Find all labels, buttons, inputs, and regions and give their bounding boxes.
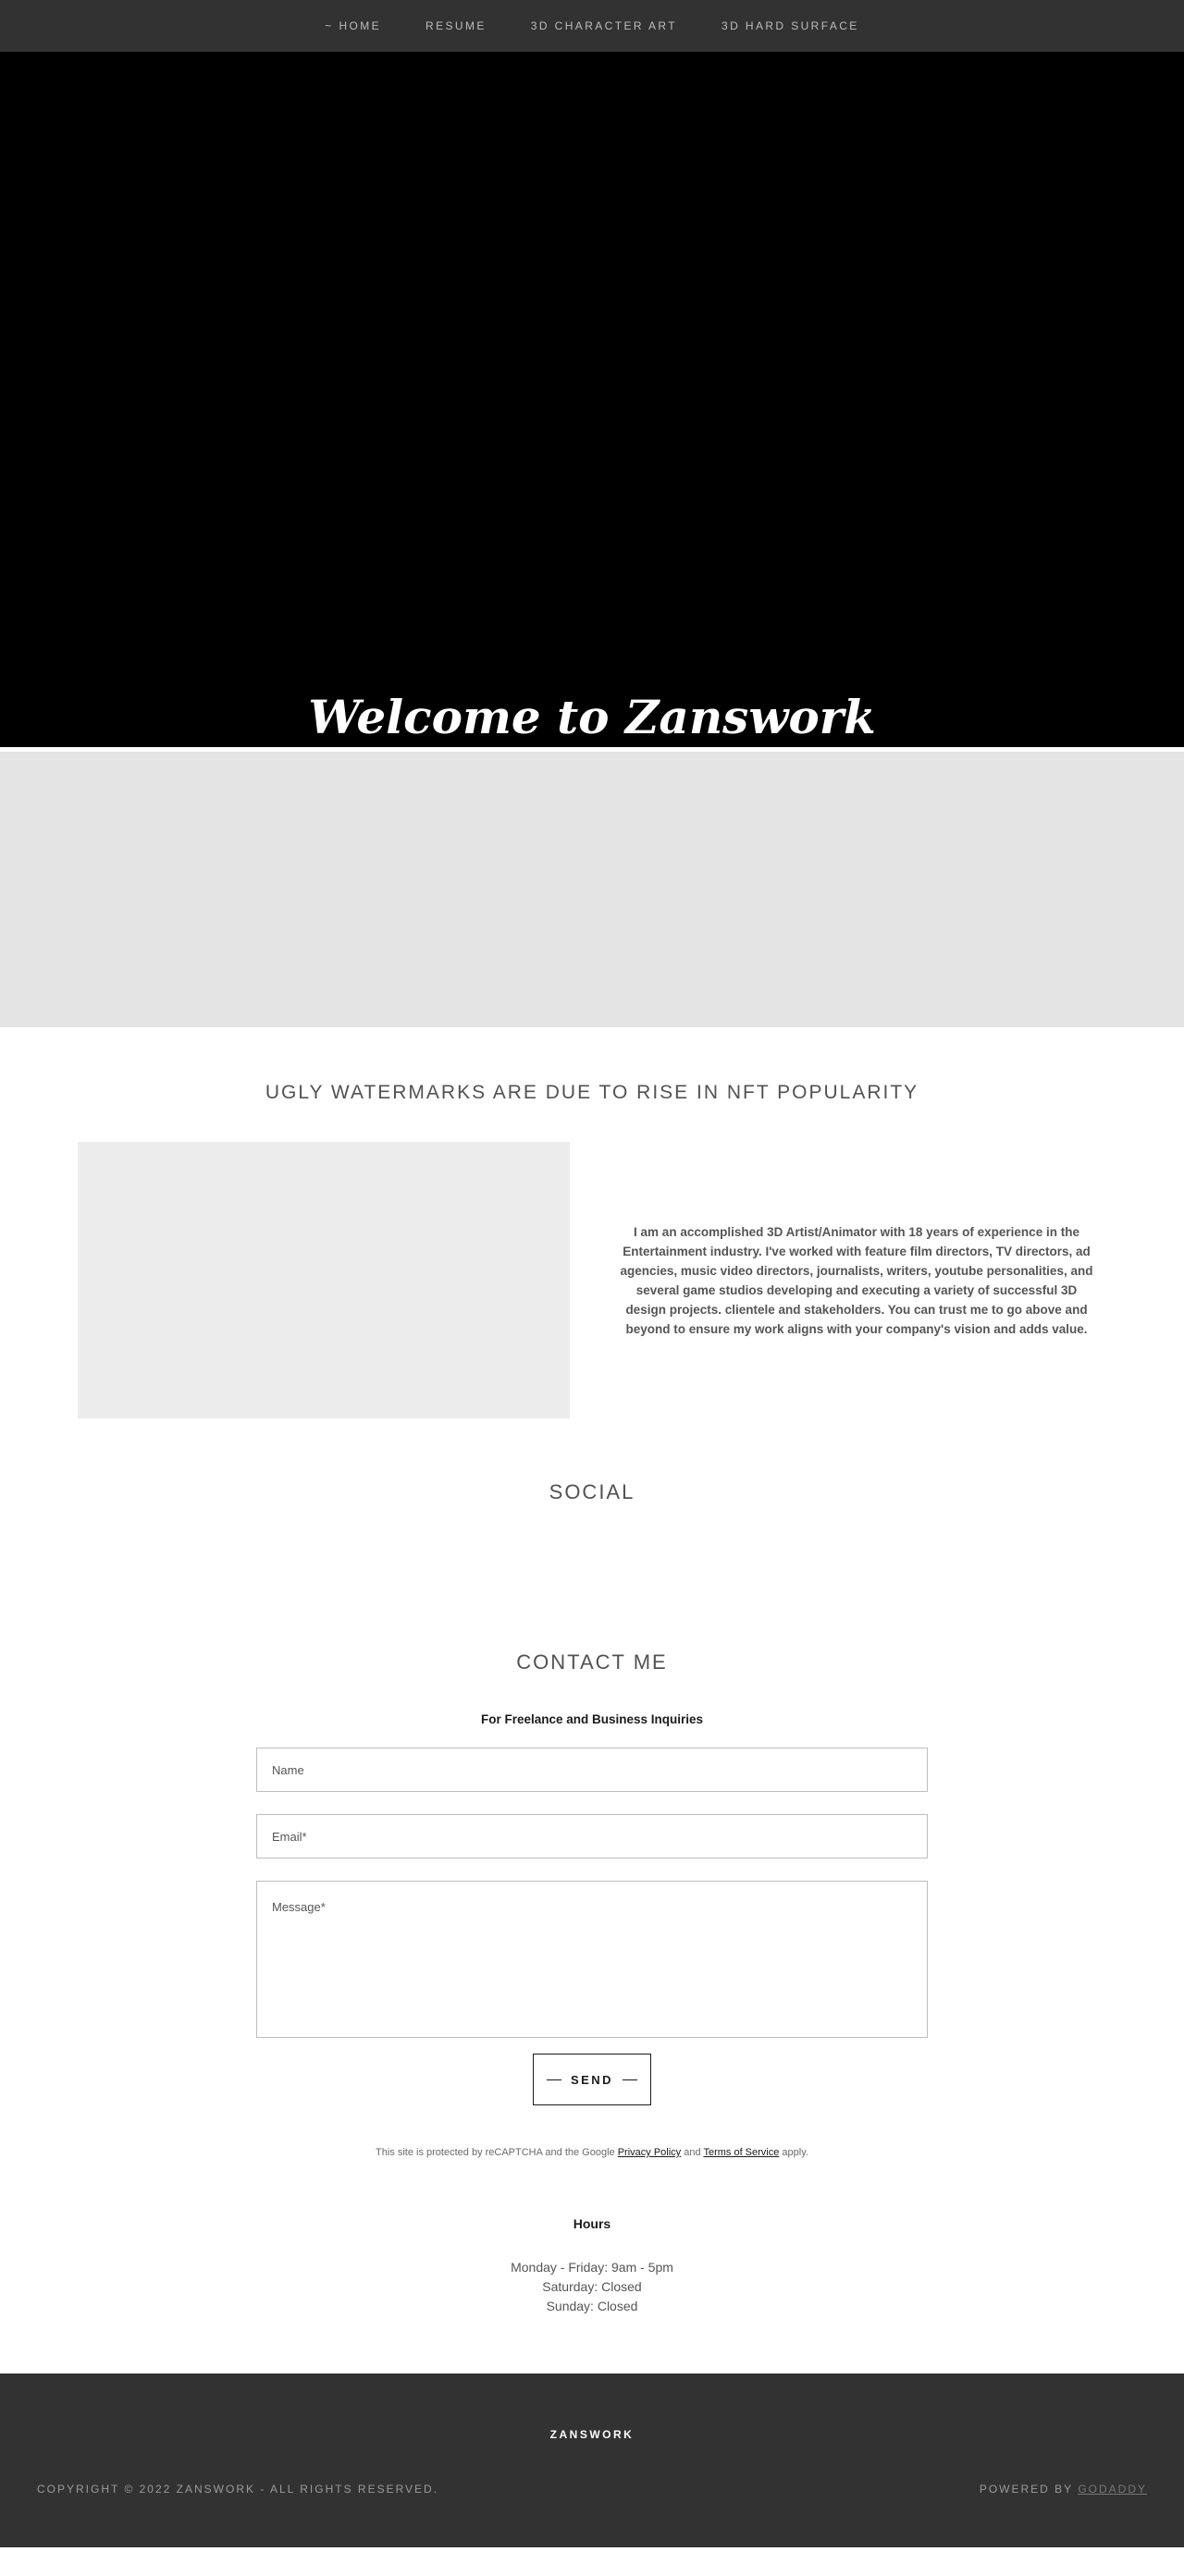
recaptcha-notice: This site is protected by reCAPTCHA and …	[0, 2147, 1184, 2158]
send-button[interactable]: SEND	[533, 2054, 651, 2105]
nav-item-3d-hard-surface[interactable]: 3D HARD SURFACE	[722, 19, 859, 32]
image-placeholder-band	[0, 752, 1184, 1027]
send-label: SEND	[570, 2072, 614, 2087]
name-placeholder: Name	[272, 1762, 304, 1777]
footer-powered-by: POWERED BY GODADDY	[980, 2483, 1147, 2496]
footer-copyright: COPYRIGHT © 2022 ZANSWORK - ALL RIGHTS R…	[37, 2483, 439, 2496]
privacy-policy-link[interactable]: Privacy Policy	[618, 2147, 681, 2158]
nav-item-home[interactable]: ~ HOME	[325, 19, 381, 32]
hours-sunday: Sunday: Closed	[546, 2299, 638, 2313]
dash-icon	[546, 2079, 561, 2080]
hours-weekday: Monday - Friday: 9am - 5pm	[511, 2260, 673, 2275]
about-text: I am an accomplished 3D Artist/Animator …	[620, 1224, 1093, 1336]
hours-saturday: Saturday: Closed	[542, 2279, 642, 2294]
send-wrap: SEND	[256, 2054, 928, 2105]
nav-item-3d-character-art[interactable]: 3D CHARACTER ART	[531, 19, 677, 32]
about-row: I am an accomplished 3D Artist/Animator …	[0, 1142, 1184, 1418]
footer-brand: ZANSWORK	[549, 2428, 635, 2441]
hours-lines: Monday - Friday: 9am - 5pm Saturday: Clo…	[0, 2258, 1184, 2316]
terms-link[interactable]: Terms of Service	[703, 2147, 779, 2158]
hours-title: Hours	[573, 2216, 611, 2231]
top-nav: ~ HOME RESUME 3D CHARACTER ART 3D HARD S…	[0, 0, 1184, 52]
about-section: UGLY WATERMARKS ARE DUE TO RISE IN NFT P…	[0, 1027, 1184, 1451]
hero-section: Welcome to Zanswork	[0, 52, 1184, 747]
contact-section: CONTACT ME For Freelance and Business In…	[0, 1636, 1184, 2158]
contact-form: Name Email* Message* SEND	[256, 1748, 928, 2105]
message-placeholder: Message*	[272, 1900, 326, 1914]
godaddy-link[interactable]: GODADDY	[1078, 2483, 1147, 2496]
contact-subtitle: For Freelance and Business Inquiries	[480, 1712, 704, 1726]
recaptcha-prefix: This site is protected by reCAPTCHA and …	[376, 2147, 618, 2158]
about-image-placeholder	[78, 1142, 570, 1418]
social-section: SOCIAL	[0, 1451, 1184, 1636]
contact-title: CONTACT ME	[516, 1650, 668, 1674]
hours-section: Hours Monday - Friday: 9am - 5pm Saturda…	[0, 2216, 1184, 2361]
hero-title: Welcome to Zanswork	[308, 690, 876, 744]
social-title: SOCIAL	[549, 1480, 635, 1503]
nav-item-resume[interactable]: RESUME	[426, 19, 487, 32]
dash-icon	[623, 2079, 638, 2080]
recaptcha-and: and	[681, 2147, 704, 2158]
email-placeholder: Email*	[272, 1829, 307, 1844]
footer: ZANSWORK COPYRIGHT © 2022 ZANSWORK - ALL…	[0, 2374, 1184, 2547]
message-field[interactable]: Message*	[256, 1881, 928, 2038]
powered-prefix: POWERED BY	[979, 2483, 1079, 2496]
email-field[interactable]: Email*	[256, 1814, 928, 1858]
about-title: UGLY WATERMARKS ARE DUE TO RISE IN NFT P…	[265, 1082, 919, 1103]
recaptcha-suffix: apply.	[779, 2147, 808, 2158]
name-field[interactable]: Name	[256, 1748, 928, 1792]
